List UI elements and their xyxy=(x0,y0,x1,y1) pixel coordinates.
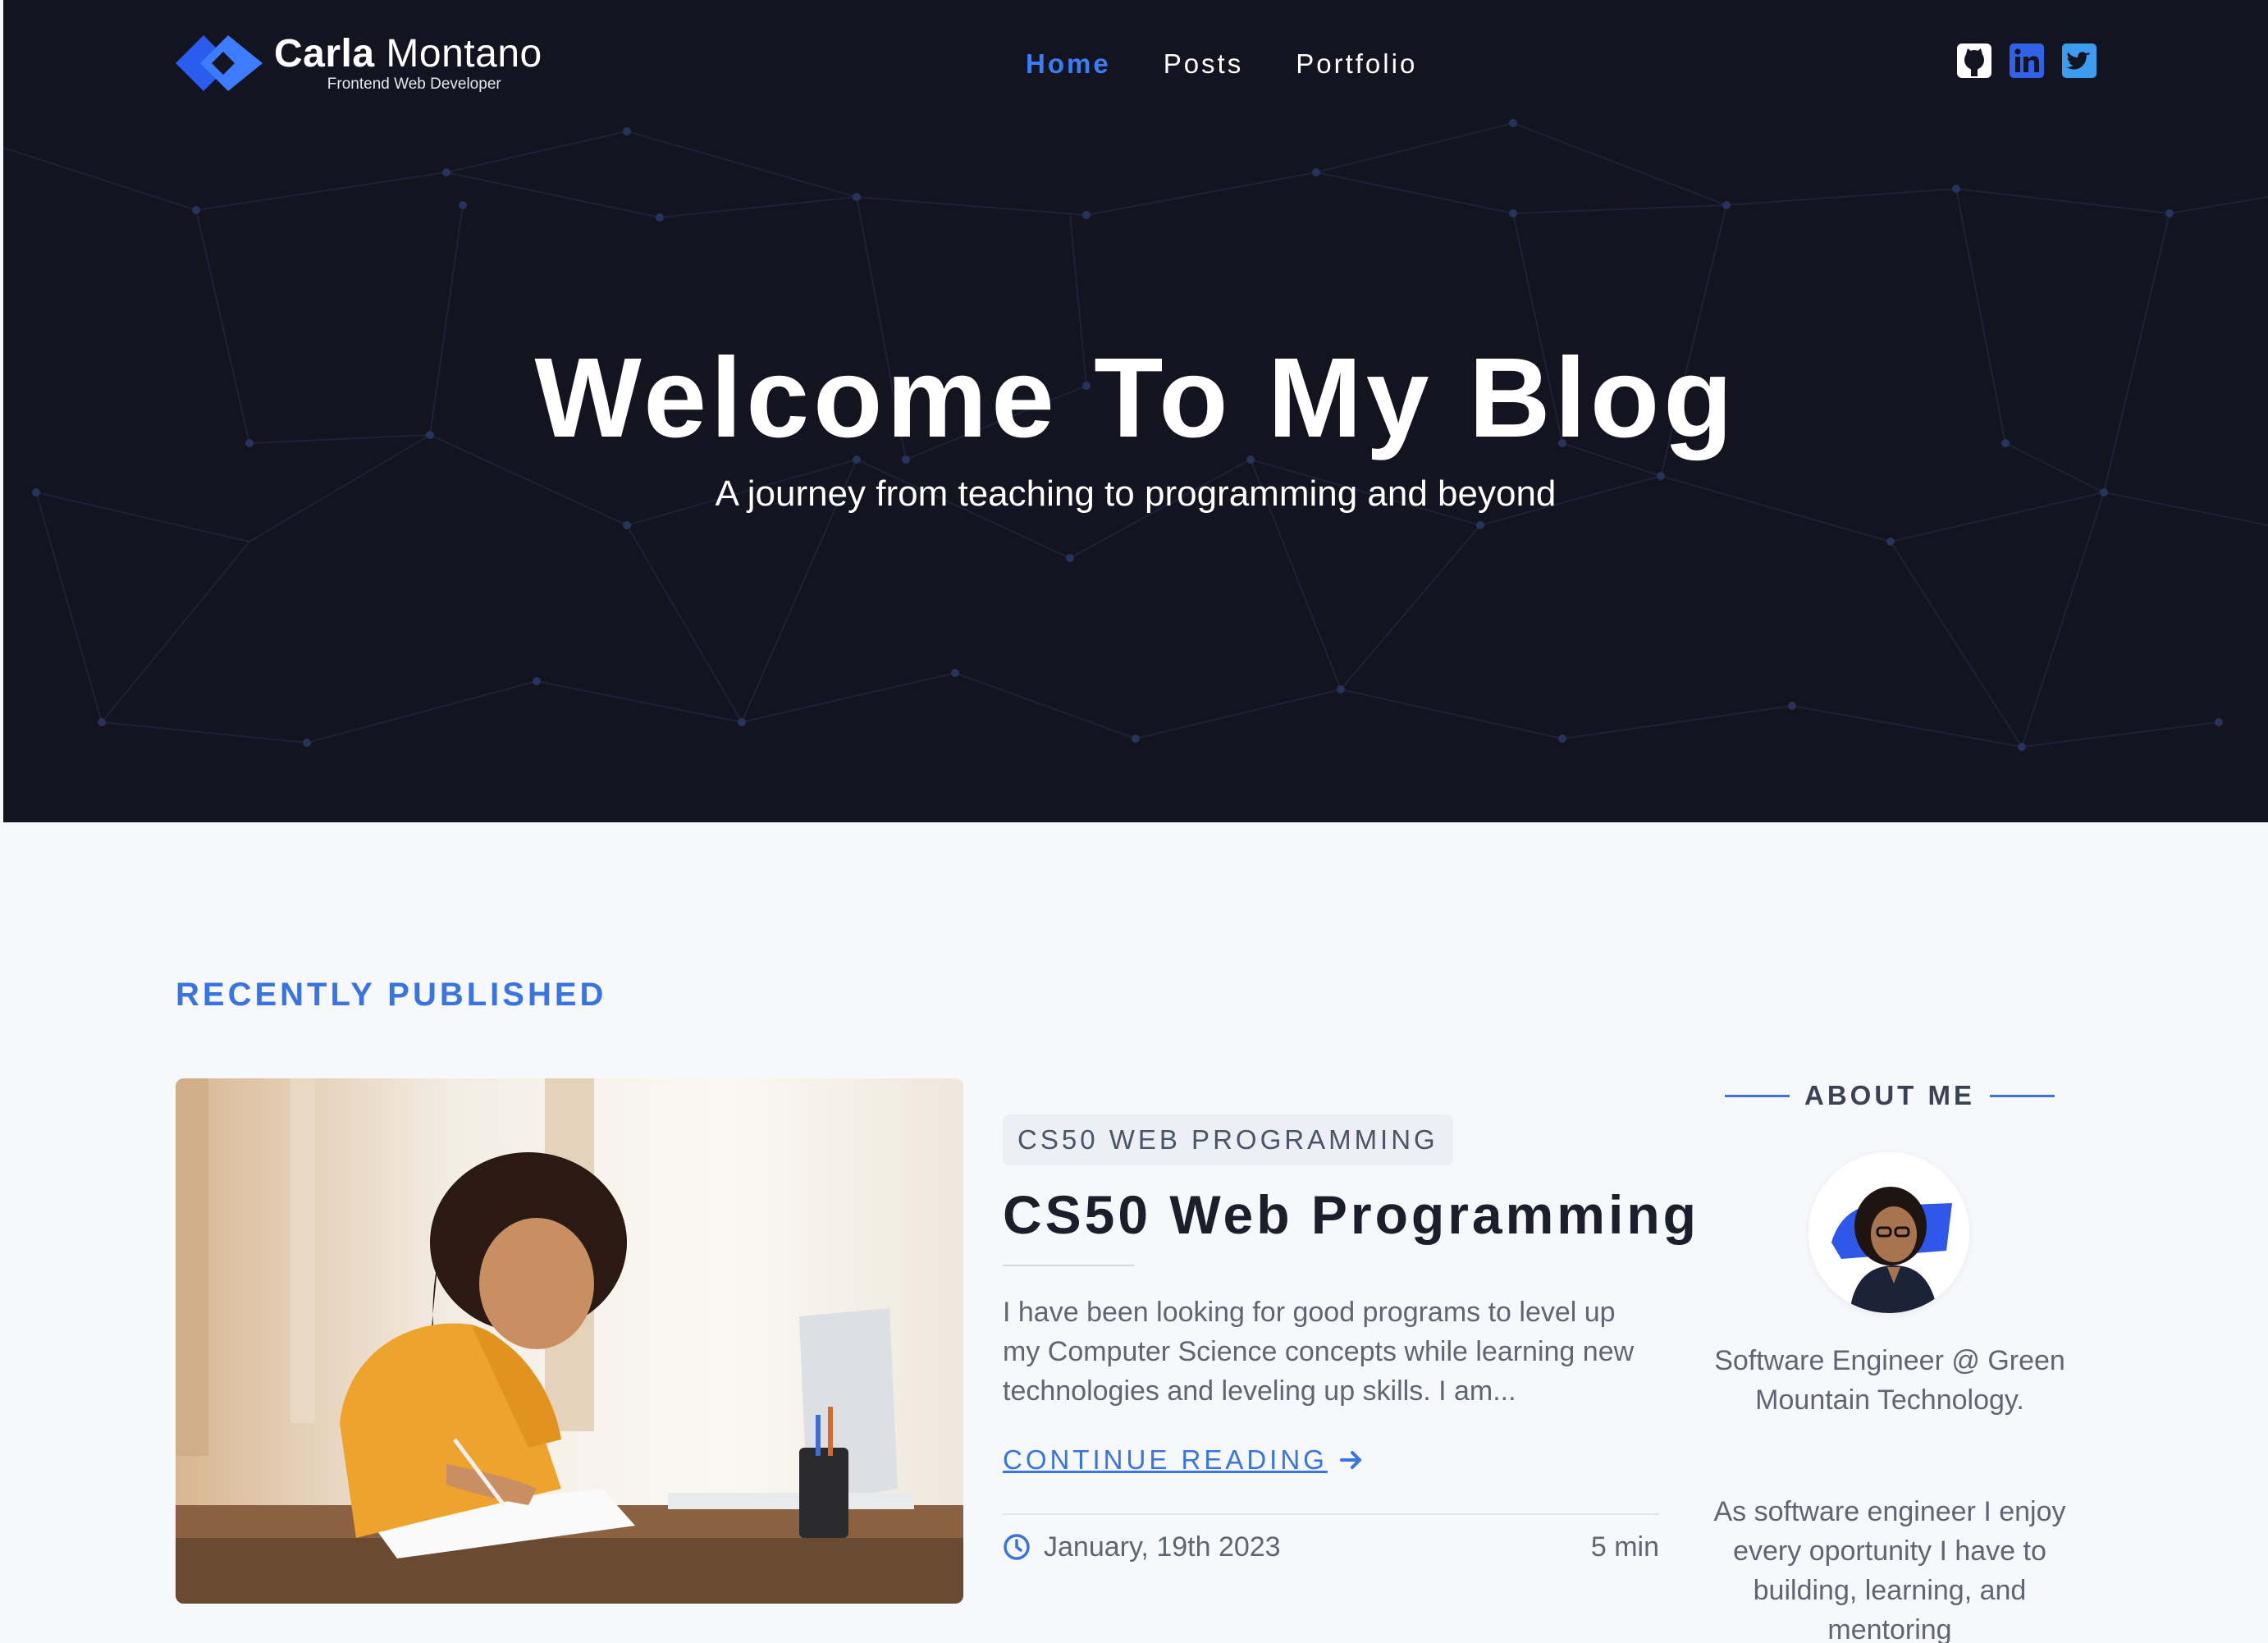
post-thumbnail[interactable] xyxy=(176,1078,963,1604)
about-bio: As software engineer I enjoy every oport… xyxy=(1713,1496,2066,1643)
nav-home-link[interactable]: Home xyxy=(1026,48,1111,80)
brand-first-name: Carla xyxy=(274,32,375,76)
section-heading: RECENTLY PUBLISHED xyxy=(176,977,607,1013)
post-thumbnail-image xyxy=(176,1078,963,1604)
clock-icon xyxy=(1004,1534,1030,1560)
post-date: January, 19th 2023 xyxy=(1003,1531,1281,1563)
github-icon[interactable] xyxy=(1956,43,1992,79)
post-excerpt: I have been looking for good programs to… xyxy=(1003,1297,1635,1407)
continue-reading-link[interactable]: CONTINUE READING xyxy=(1003,1444,1364,1476)
about-me-title: ABOUT ME xyxy=(1804,1080,1975,1110)
heading-line-left xyxy=(1725,1094,1790,1097)
logo-mark-icon xyxy=(176,35,263,91)
avatar-photo xyxy=(1808,1152,1969,1313)
title-divider xyxy=(1003,1265,1134,1266)
linkedin-icon[interactable] xyxy=(2009,43,2045,79)
brand-logo[interactable]: Carla Montano Frontend Web Developer xyxy=(176,28,542,98)
meta-divider xyxy=(1003,1513,1659,1515)
social-links xyxy=(1956,43,2097,79)
nav-posts-link[interactable]: Posts xyxy=(1164,48,1244,80)
heading-line-right xyxy=(1990,1094,2055,1097)
main-nav: Home Posts Portfolio xyxy=(1026,48,1417,80)
post-title[interactable]: CS50 Web Programming xyxy=(1003,1182,1699,1247)
about-role: Software Engineer @ Green Mountain Techn… xyxy=(1714,1345,2065,1416)
post-category-tag[interactable]: CS50 WEB PROGRAMMING xyxy=(1003,1114,1453,1165)
hero-title: Welcome To My Blog xyxy=(534,335,1737,461)
nav-portfolio-link[interactable]: Portfolio xyxy=(1296,48,1417,80)
brand-name: Carla Montano xyxy=(274,33,542,76)
hero-section: Carla Montano Frontend Web Developer Hom… xyxy=(3,0,2268,822)
about-me-heading: ABOUT ME xyxy=(1725,1080,2055,1111)
brand-last-name: Montano xyxy=(386,32,542,76)
hero-subtitle: A journey from teaching to programming a… xyxy=(715,474,1557,514)
top-navbar: Carla Montano Frontend Web Developer Hom… xyxy=(3,0,2268,131)
arrow-right-icon xyxy=(1339,1451,1361,1469)
post-meta: January, 19th 2023 5 min xyxy=(1003,1528,1659,1566)
logo-text: Carla Montano Frontend Web Developer xyxy=(274,33,542,94)
avatar xyxy=(1808,1152,1969,1313)
continue-reading-label: CONTINUE READING xyxy=(1003,1444,1328,1475)
brand-tagline: Frontend Web Developer xyxy=(327,76,501,93)
post-date-text: January, 19th 2023 xyxy=(1044,1531,1281,1563)
read-time: 5 min xyxy=(1590,1531,1659,1563)
twitter-icon[interactable] xyxy=(2061,43,2097,79)
